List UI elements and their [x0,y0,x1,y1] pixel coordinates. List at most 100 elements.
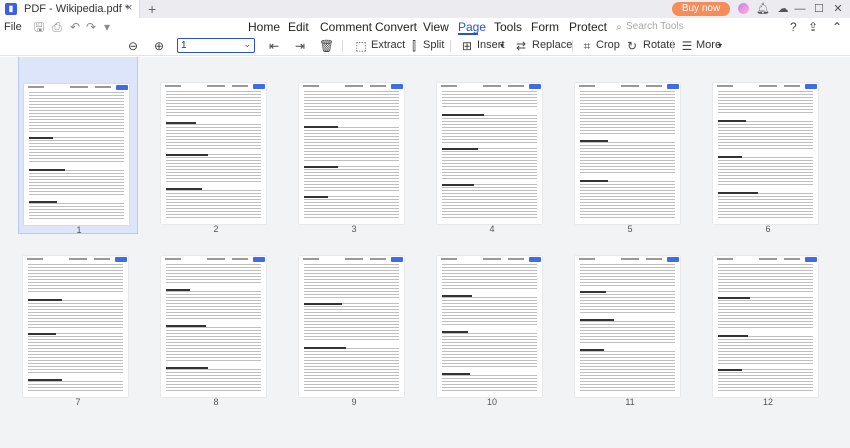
page-thumbnail[interactable]: 2 [156,57,276,234]
page-badge [116,85,128,90]
rotate-button[interactable]: Rotate [643,39,675,51]
more-icon[interactable]: ☰ [680,39,694,53]
page-thumbnail[interactable]: 4 [432,57,552,234]
section-heading-mark [442,373,470,375]
page-thumbnail[interactable]: 1 [18,57,138,235]
section-heading-mark [304,196,328,198]
section-heading-mark [28,379,62,381]
section-heading-mark [718,120,746,122]
page-badge [115,257,127,262]
page-thumbnail[interactable]: 11 [570,229,690,407]
toolbar-divider [342,40,343,52]
menu-view[interactable]: View [423,20,449,34]
section-heading-mark [442,184,474,186]
cloud-icon[interactable]: ☁ [776,2,790,16]
menu-form[interactable]: Form [531,20,559,34]
collapse-ribbon-icon[interactable]: ⌃ [832,20,842,34]
page-text-lines [580,91,675,218]
page-text-lines [304,91,399,218]
page-preview [713,256,818,397]
page-header-text [717,85,814,88]
insert-dropdown-icon[interactable]: ▾ [500,41,504,50]
title-bar: ▮ PDF - Wikipedia.pdf * × + Buy now 🔔︎ ☁… [0,0,850,18]
upload-icon[interactable]: ⇪ [808,20,818,34]
page-thumbnail[interactable]: 3 [294,57,414,234]
menu-tools[interactable]: Tools [494,20,522,34]
page-range-select[interactable]: 1 ⌄ [177,38,255,53]
notification-icon[interactable]: 🔔︎ [756,2,770,16]
menu-edit[interactable]: Edit [288,20,309,34]
menu-convert[interactable]: Convert [375,20,417,34]
buy-now-button[interactable]: Buy now [672,2,730,16]
close-window-icon[interactable]: ✕ [831,2,845,16]
page-badge [253,257,265,262]
page-thumbnail[interactable]: 7 [18,229,138,407]
page-header-text [165,258,262,261]
menu-protect[interactable]: Protect [569,20,607,34]
section-heading-mark [442,148,478,150]
page-thumbnail[interactable]: 5 [570,57,690,234]
toolbar-divider [672,40,673,52]
zoom-in-icon[interactable]: ⊕ [152,39,166,53]
section-heading-mark [718,369,742,371]
section-heading-mark [442,331,468,333]
page-thumbnail[interactable]: 12 [708,229,828,407]
section-heading-mark [580,319,614,321]
page-badge [529,84,541,89]
insert-icon[interactable]: ⊞ [460,39,474,53]
search-tools-icon: ⌕ [616,22,622,33]
section-heading-mark [442,295,472,297]
page-badge [667,257,679,262]
section-heading-mark [580,140,608,142]
save-icon[interactable]: 🖫︎ [32,20,46,34]
page-thumbnail[interactable]: 9 [294,229,414,407]
document-tab[interactable]: ▮ PDF - Wikipedia.pdf * × [0,0,140,18]
page-thumbnail[interactable]: 6 [708,57,828,234]
split-icon[interactable]: ⫿ [407,39,421,53]
menu-home[interactable]: Home [248,20,280,34]
section-heading-mark [304,166,338,168]
undo-icon[interactable]: ↶ [68,20,82,34]
crop-icon[interactable]: ⌗ [580,39,594,53]
section-heading-mark [580,291,606,293]
menu-comment[interactable]: Comment [320,20,372,34]
crop-button[interactable]: Crop [596,39,620,51]
page-thumbnail[interactable]: 10 [432,229,552,407]
maximize-icon[interactable]: ☐ [812,2,826,16]
insert-page-before-icon[interactable]: ⇤ [267,39,281,53]
page-header-text [579,85,676,88]
file-menu[interactable]: File [4,21,22,33]
replace-icon[interactable]: ⇄ [514,39,528,53]
delete-page-icon[interactable]: 🗑︎ [319,39,334,53]
page-header-text [579,258,676,261]
quick-access-dropdown-icon[interactable]: ▾ [100,20,114,34]
zoom-out-icon[interactable]: ⊖ [126,39,140,53]
section-heading-mark [166,154,208,156]
help-icon[interactable]: ? [790,20,797,34]
print-icon[interactable]: ⎙ [50,20,64,34]
tab-close-icon[interactable]: × [126,2,132,14]
section-heading-mark [718,297,750,299]
redo-icon[interactable]: ↷ [84,20,98,34]
section-heading-mark [166,289,190,291]
more-dropdown-icon[interactable]: ▾ [718,41,722,50]
page-badge [805,257,817,262]
insert-page-after-icon[interactable]: ⇥ [293,39,307,53]
page-thumbnail[interactable]: 8 [156,229,276,407]
section-heading-mark [718,335,748,337]
section-heading-mark [166,188,202,190]
section-heading-mark [304,347,346,349]
replace-button[interactable]: Replace [532,39,572,51]
extract-icon[interactable]: ⬚ [354,39,368,53]
split-button[interactable]: Split [423,39,444,51]
search-tools-input[interactable]: Search Tools [626,21,684,32]
app-logo-icon: ▮ [5,3,17,15]
new-tab-button[interactable]: + [148,1,156,17]
extract-button[interactable]: Extract [371,39,405,51]
minimize-icon[interactable]: — [793,2,807,16]
toolbar-divider [572,40,573,52]
rotate-icon[interactable]: ↻ [625,39,639,53]
avatar[interactable] [738,3,749,14]
page-preview [299,256,404,397]
menu-page[interactable]: Page [458,20,486,34]
